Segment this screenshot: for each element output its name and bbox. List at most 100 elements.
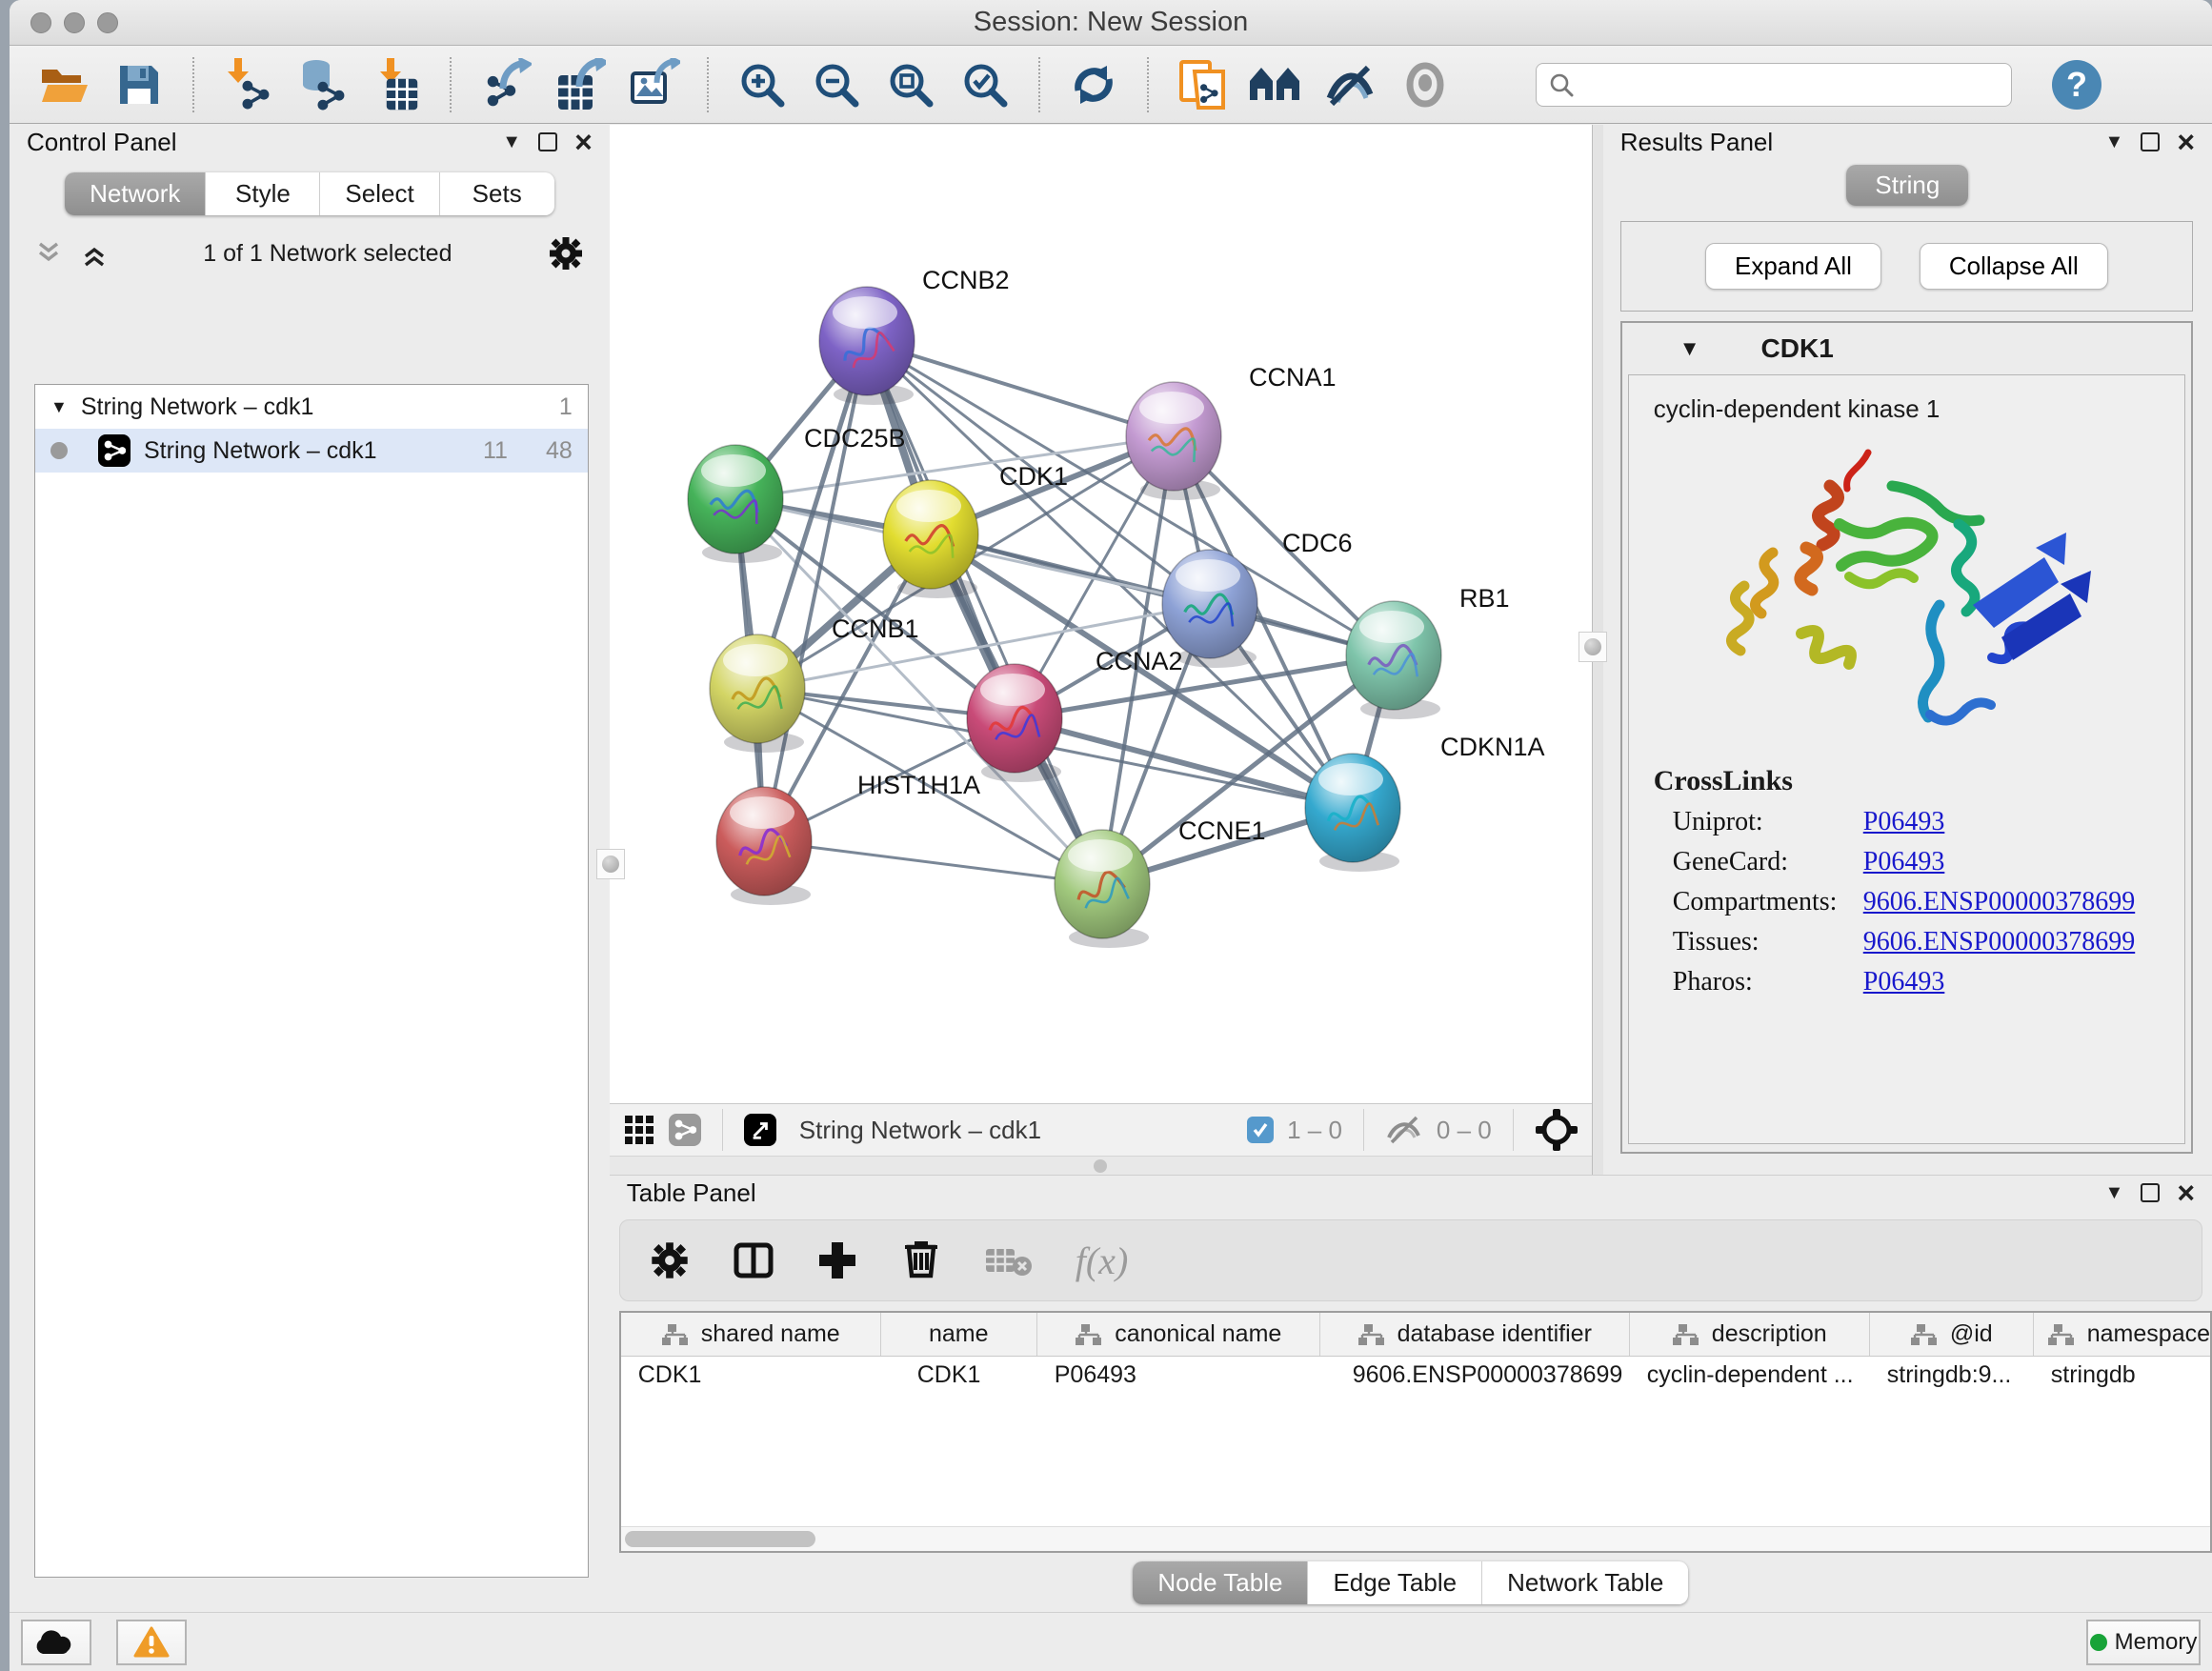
export-network-icon[interactable] (474, 55, 535, 114)
collapse-all-button[interactable]: Collapse All (1920, 243, 2108, 290)
node-label: RB1 (1459, 584, 1510, 613)
panel-menu-icon[interactable]: ▼ (2105, 131, 2124, 153)
panel-menu-icon[interactable]: ▼ (502, 131, 521, 153)
hide-selected-icon[interactable] (1320, 55, 1381, 114)
crosslink-label: Tissues: (1673, 927, 1863, 957)
cloud-status-button[interactable] (21, 1620, 91, 1665)
memory-button[interactable]: Memory (2086, 1620, 2201, 1665)
crosslink-link[interactable]: P06493 (1863, 807, 1945, 837)
hidden-count: 0 – 0 (1437, 1116, 1492, 1145)
create-column-icon[interactable] (816, 1239, 858, 1281)
left-splitter-handle[interactable] (596, 849, 625, 879)
close-panel-icon[interactable]: × (2177, 1183, 2195, 1202)
tab-style[interactable]: Style (206, 172, 320, 215)
cell-id: stringdb:9... (1870, 1357, 2034, 1395)
crosslink-row: Uniprot: P06493 (1673, 807, 2162, 837)
maximize-window-button[interactable] (97, 12, 118, 33)
float-panel-icon[interactable] (538, 132, 557, 151)
column-header[interactable]: database identifier (1320, 1313, 1630, 1356)
crosslink-link[interactable]: P06493 (1863, 967, 1945, 997)
search-input[interactable] (1584, 70, 2000, 98)
horizontal-splitter[interactable] (610, 1156, 1592, 1175)
table-horizontal-scrollbar[interactable] (621, 1526, 2210, 1551)
column-header[interactable]: description (1630, 1313, 1870, 1356)
grid-mode-icon[interactable] (623, 1114, 655, 1146)
panel-menu-icon[interactable]: ▼ (2105, 1182, 2124, 1204)
zoom-out-icon[interactable] (806, 55, 867, 114)
show-all-icon[interactable] (1395, 55, 1456, 114)
close-panel-icon[interactable]: × (2177, 132, 2195, 151)
expand-all-button[interactable]: Expand All (1705, 243, 1881, 290)
node-label: CCNB2 (922, 266, 1010, 294)
column-type-icon (1910, 1322, 1939, 1347)
close-window-button[interactable] (30, 12, 51, 33)
protein-structure-image (1652, 433, 2162, 748)
column-header[interactable]: @id (1870, 1313, 2034, 1356)
column-header[interactable]: name (881, 1313, 1037, 1356)
app-window: Session: New Session (10, 0, 2212, 1671)
column-header[interactable]: shared name (621, 1313, 881, 1356)
selected-checkbox-icon[interactable] (1247, 1117, 1274, 1143)
export-table-icon[interactable] (549, 55, 610, 114)
expand-all-icon[interactable] (80, 239, 109, 268)
control-panel-title: Control Panel (27, 128, 489, 157)
zoom-fit-icon[interactable] (880, 55, 941, 114)
minimize-window-button[interactable] (64, 12, 85, 33)
clone-network-icon[interactable] (1172, 55, 1233, 114)
tab-network[interactable]: Network (65, 172, 206, 215)
delete-column-icon[interactable] (900, 1239, 942, 1281)
tab-network-table[interactable]: Network Table (1482, 1561, 1688, 1604)
cell-namespace: stringdb (2034, 1357, 2210, 1395)
table-row[interactable]: CDK1 CDK1 P06493 9606.ENSP00000378699 cy… (621, 1357, 2210, 1395)
import-table-icon[interactable] (366, 55, 427, 114)
collapse-all-icon[interactable] (34, 239, 63, 268)
detach-view-icon[interactable] (744, 1114, 776, 1146)
table-options-gear-icon[interactable] (649, 1239, 691, 1281)
birds-eye-view-icon[interactable] (1535, 1108, 1579, 1152)
node-label: HIST1H1A (857, 771, 980, 799)
column-header[interactable]: canonical name (1037, 1313, 1320, 1356)
network-canvas[interactable]: CCNB2CCNA1CDC25BCDK1CDC6RB1CCNB1CCNA2CDK… (610, 125, 1592, 1103)
gene-collapse-icon[interactable]: ▼ (1679, 336, 1700, 361)
collection-expand-icon[interactable]: ▼ (50, 397, 68, 417)
network-row[interactable]: String Network – cdk1 11 48 (35, 429, 588, 473)
crosslink-label: GeneCard: (1673, 847, 1863, 877)
warnings-button[interactable] (116, 1620, 187, 1665)
node-label: CDC6 (1282, 529, 1353, 557)
crosslink-link[interactable]: 9606.ENSP00000378699 (1863, 887, 2135, 917)
delete-table-icon (984, 1241, 1034, 1279)
show-columns-icon[interactable] (733, 1239, 774, 1281)
crosslink-link[interactable]: 9606.ENSP00000378699 (1863, 927, 2135, 957)
tab-string[interactable]: String (1846, 165, 1968, 206)
scrollbar-thumb[interactable] (625, 1531, 815, 1547)
float-panel-icon[interactable] (2141, 1183, 2160, 1202)
right-splitter-handle[interactable] (1579, 632, 1607, 662)
import-network-database-icon[interactable] (292, 55, 352, 114)
network-collection-row[interactable]: ▼ String Network – cdk1 1 (35, 385, 588, 429)
tab-edge-table[interactable]: Edge Table (1308, 1561, 1482, 1604)
gene-panel: ▼ CDK1 cyclin-dependent kinase 1 (1620, 321, 2193, 1154)
export-image-icon[interactable] (623, 55, 684, 114)
network-options-gear-icon[interactable] (547, 234, 585, 272)
table-panel-title: Table Panel (627, 1178, 2092, 1208)
column-type-icon (2047, 1322, 2076, 1347)
column-header[interactable]: namespace (2034, 1313, 2210, 1356)
tab-node-table[interactable]: Node Table (1133, 1561, 1308, 1604)
import-network-file-icon[interactable] (217, 55, 278, 114)
zoom-selected-icon[interactable] (955, 55, 1016, 114)
help-icon[interactable]: ? (2052, 60, 2101, 110)
save-session-icon[interactable] (109, 55, 170, 114)
refresh-icon[interactable] (1063, 55, 1124, 114)
tab-select[interactable]: Select (320, 172, 439, 215)
function-builder-icon: f(x) (1076, 1238, 1129, 1283)
crosslinks-title: CrossLinks (1654, 765, 2162, 797)
close-panel-icon[interactable]: × (574, 132, 593, 151)
zoom-in-icon[interactable] (732, 55, 793, 114)
tab-sets[interactable]: Sets (440, 172, 554, 215)
open-session-icon[interactable] (34, 55, 95, 114)
float-panel-icon[interactable] (2141, 132, 2160, 151)
title-bar: Session: New Session (10, 0, 2212, 46)
first-neighbors-icon[interactable] (1246, 55, 1307, 114)
crosslink-link[interactable]: P06493 (1863, 847, 1945, 877)
control-panel: Control Panel ▼ × Network Style Select S… (10, 125, 610, 1612)
